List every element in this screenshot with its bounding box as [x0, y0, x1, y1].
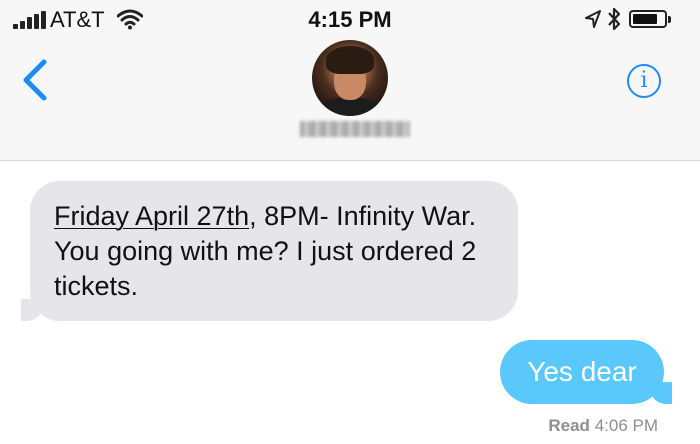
contact-avatar[interactable]: [312, 40, 388, 116]
date-link[interactable]: Friday April 27th: [54, 201, 249, 231]
read-receipt-label: Read: [548, 416, 590, 435]
read-receipt: Read 4:06 PM: [548, 416, 658, 436]
info-icon[interactable]: i: [627, 64, 661, 98]
contact-name[interactable]: [300, 121, 410, 137]
battery-icon: [629, 10, 671, 28]
conversation-header: AT&T 4:15 PM i: [0, 0, 700, 161]
outgoing-message-text: Yes dear: [527, 356, 637, 387]
back-chevron-icon[interactable]: [18, 58, 54, 102]
read-receipt-time: 4:06 PM: [594, 416, 658, 435]
bluetooth-icon: [606, 6, 622, 36]
status-bar: AT&T 4:15 PM: [0, 0, 700, 40]
incoming-message-bubble[interactable]: Friday April 27th, 8PM- Infinity War. Yo…: [12, 181, 518, 322]
outgoing-message-bubble[interactable]: Yes dear: [500, 340, 682, 405]
location-arrow-icon: [585, 10, 601, 28]
incoming-message-text: Friday April 27th, 8PM- Infinity War. Yo…: [54, 199, 496, 304]
